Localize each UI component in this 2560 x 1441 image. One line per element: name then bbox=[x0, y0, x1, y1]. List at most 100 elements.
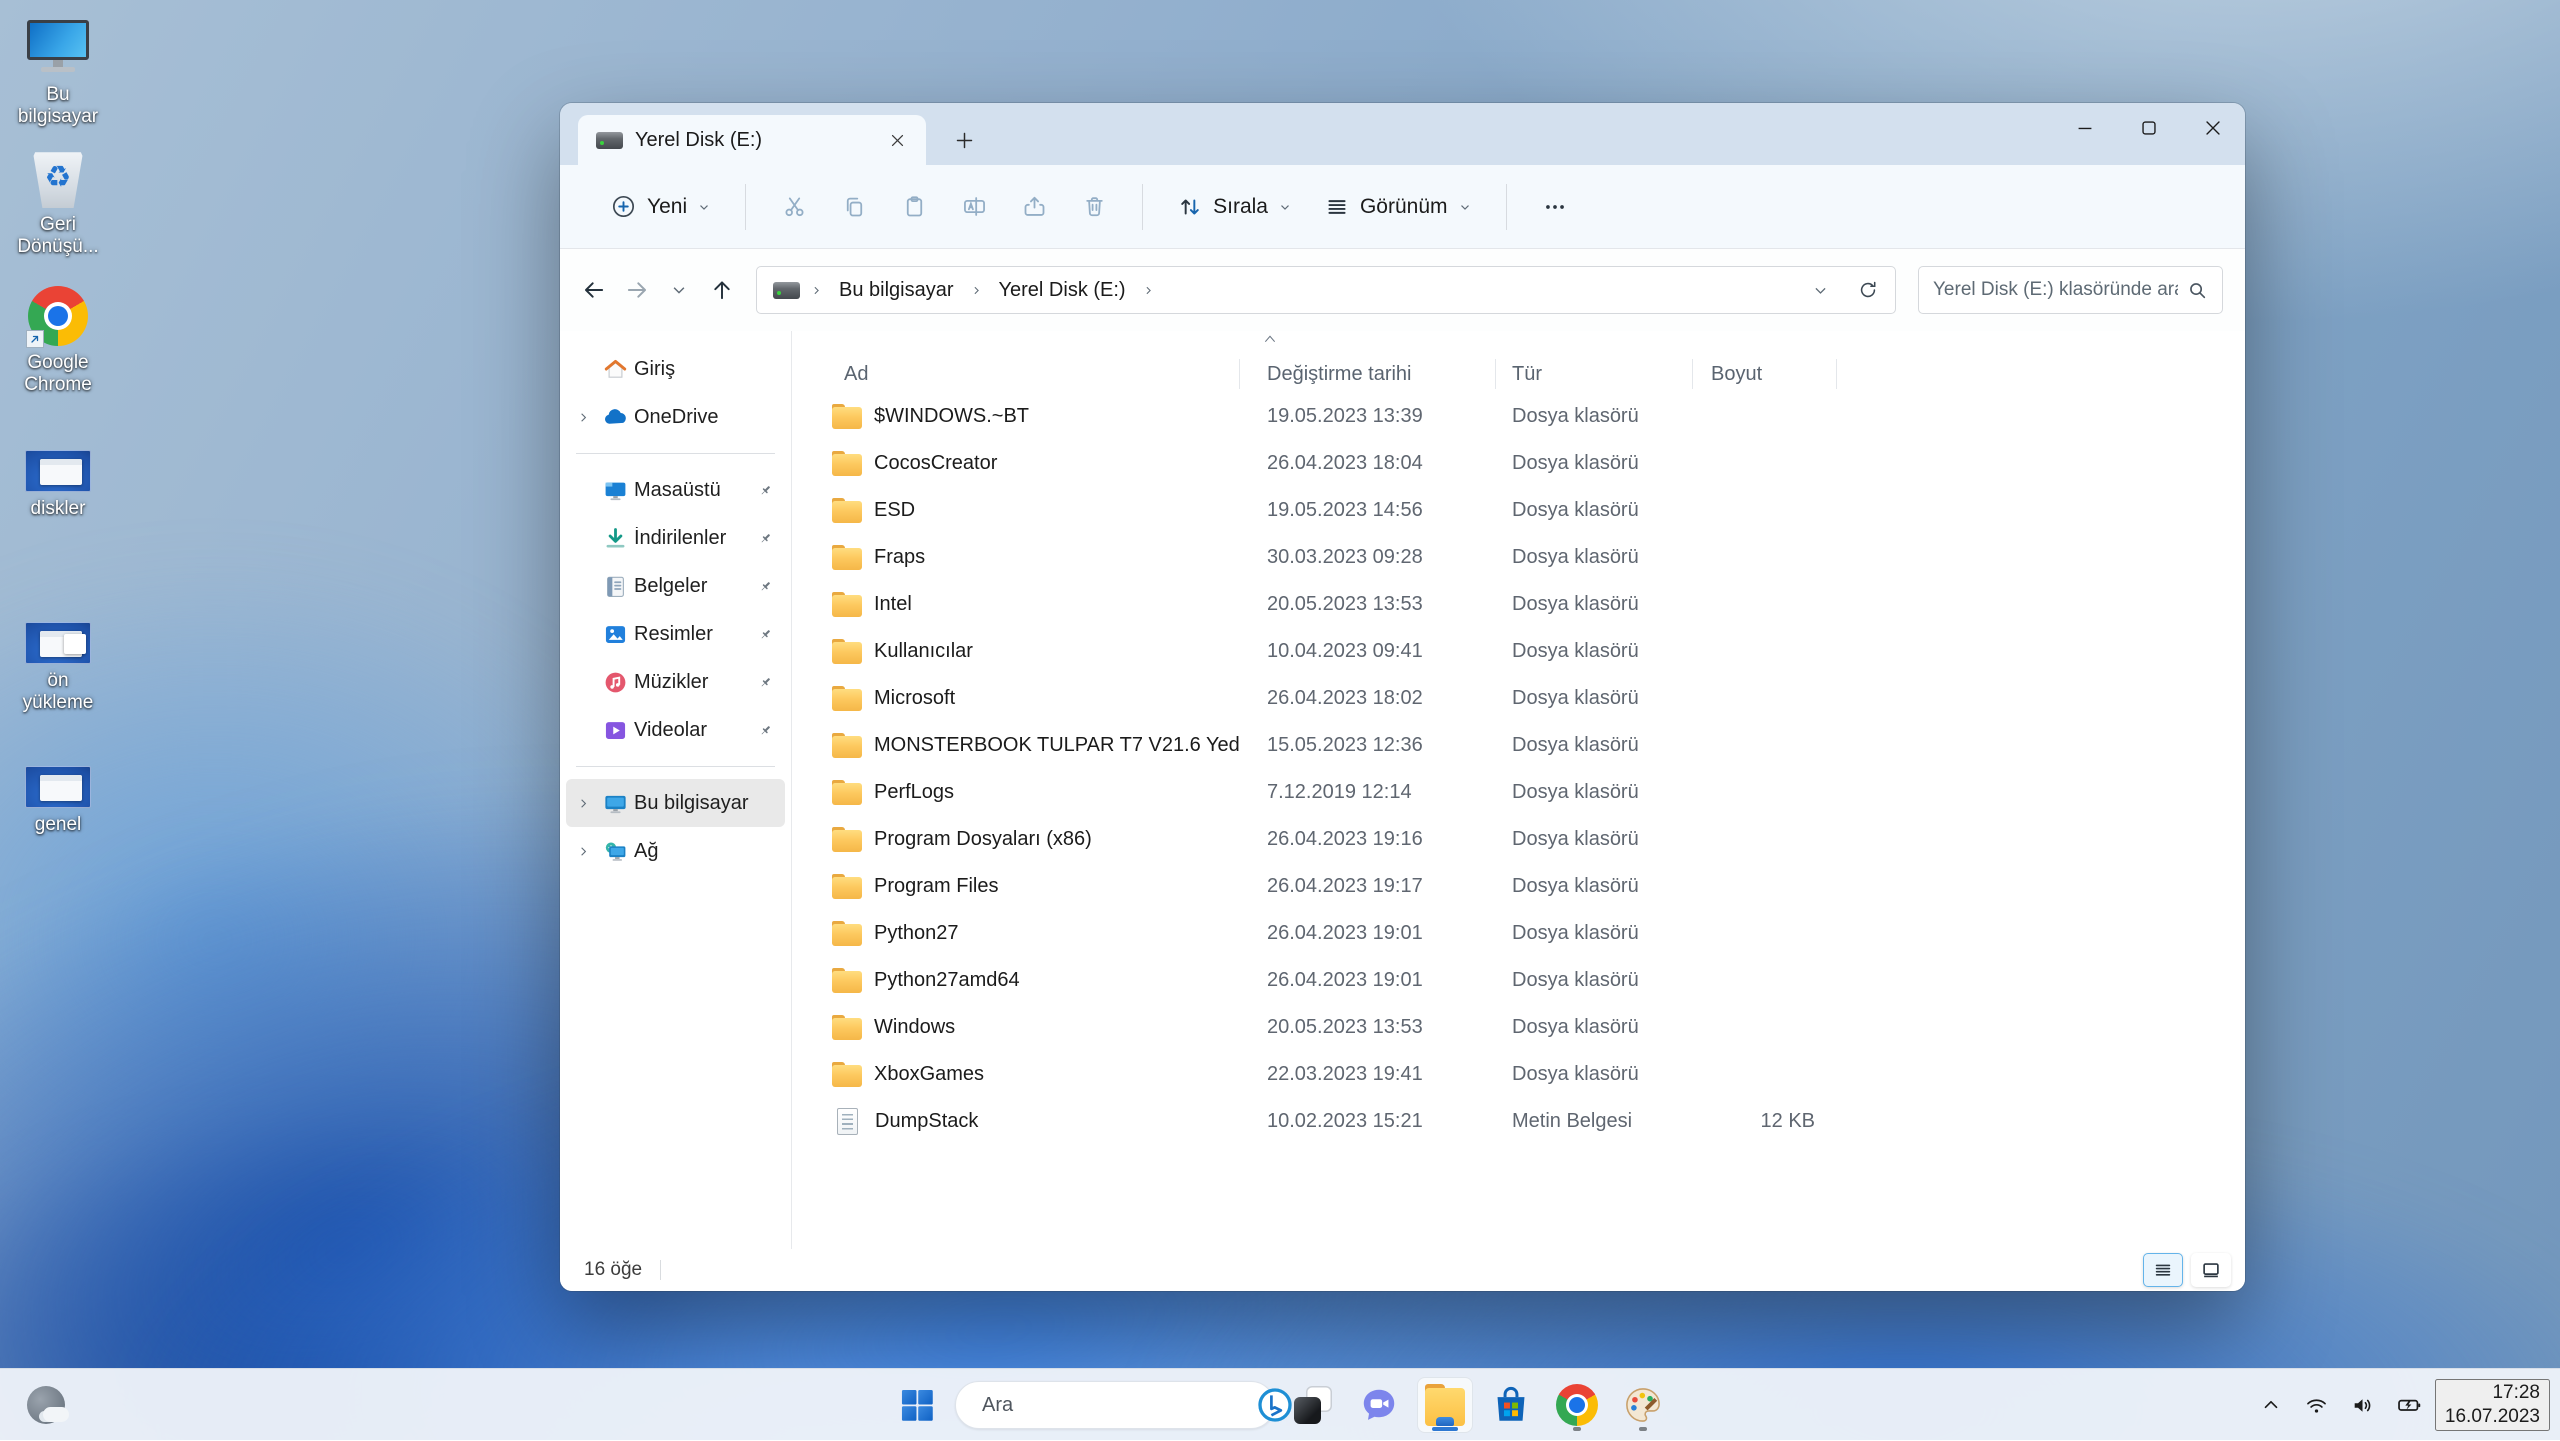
chevron-right-icon[interactable] bbox=[570, 410, 596, 425]
paste-button[interactable] bbox=[892, 185, 936, 229]
file-row[interactable]: Program Dosyaları (x86) 26.04.2023 19:16… bbox=[792, 816, 2245, 863]
file-explorer-icon bbox=[1424, 1384, 1466, 1426]
breadcrumb-chevron-icon bbox=[1142, 284, 1155, 297]
details-view-toggle[interactable] bbox=[2143, 1253, 2183, 1287]
close-window-button[interactable] bbox=[2181, 103, 2245, 153]
navigation-bar: Bu bilgisayar Yerel Disk (E:) bbox=[560, 249, 2245, 331]
sidebar-item-downloads[interactable]: İndirilenler bbox=[566, 514, 785, 562]
column-header-date-modified[interactable]: Değiştirme tarihi bbox=[1240, 359, 1496, 389]
sort-ascending-indicator[interactable] bbox=[1262, 333, 1278, 345]
breadcrumb-local-disk-e[interactable]: Yerel Disk (E:) bbox=[993, 275, 1132, 306]
sidebar-item-pictures[interactable]: Resimler bbox=[566, 610, 785, 658]
address-bar[interactable]: Bu bilgisayar Yerel Disk (E:) bbox=[756, 266, 1896, 314]
paint-button[interactable] bbox=[1615, 1377, 1671, 1433]
widgets-weather-button[interactable] bbox=[18, 1377, 74, 1433]
forward-button[interactable] bbox=[619, 268, 656, 312]
tray-overflow-button[interactable] bbox=[2251, 1383, 2291, 1427]
large-icons-view-toggle[interactable] bbox=[2191, 1253, 2231, 1287]
file-row[interactable]: PerfLogs 7.12.2019 12:14 Dosya klasörü bbox=[792, 769, 2245, 816]
chevron-right-icon[interactable] bbox=[570, 796, 596, 811]
rename-button[interactable] bbox=[952, 185, 996, 229]
task-view-button[interactable] bbox=[1285, 1377, 1341, 1433]
file-row[interactable]: Python27 26.04.2023 19:01 Dosya klasörü bbox=[792, 910, 2245, 957]
desktop-icon-label: Google bbox=[10, 352, 106, 374]
list-lines-icon bbox=[1324, 194, 1350, 220]
tab-close-button[interactable] bbox=[880, 123, 914, 157]
file-row[interactable]: DumpStack 10.02.2023 15:21 Metin Belgesi… bbox=[792, 1098, 2245, 1145]
file-row[interactable]: Python27amd64 26.04.2023 19:01 Dosya kla… bbox=[792, 957, 2245, 1004]
back-button[interactable] bbox=[576, 268, 613, 312]
sidebar-item-network[interactable]: Ağ bbox=[566, 827, 785, 875]
file-row[interactable]: Program Files 26.04.2023 19:17 Dosya kla… bbox=[792, 863, 2245, 910]
desktop-icon-this-pc[interactable]: Bu bilgisayar bbox=[10, 20, 106, 128]
recent-locations-button[interactable] bbox=[661, 268, 698, 312]
chrome-button[interactable] bbox=[1549, 1377, 1605, 1433]
wifi-button[interactable] bbox=[2297, 1383, 2337, 1427]
desktop-icon-google-chrome[interactable]: Google Chrome bbox=[10, 286, 106, 396]
file-row[interactable]: Kullanıcılar 10.04.2023 09:41 Dosya klas… bbox=[792, 628, 2245, 675]
volume-button[interactable] bbox=[2343, 1383, 2383, 1427]
file-date: 19.05.2023 14:56 bbox=[1240, 499, 1496, 522]
cut-button[interactable] bbox=[772, 185, 816, 229]
file-row[interactable]: MONSTERBOOK TULPAR T7 V21.6 Yedeklemesi … bbox=[792, 722, 2245, 769]
file-explorer-button[interactable] bbox=[1417, 1377, 1473, 1433]
file-explorer-window: Yerel Disk (E:) Yeni bbox=[560, 103, 2245, 1291]
file-row[interactable]: Intel 20.05.2023 13:53 Dosya klasörü bbox=[792, 581, 2245, 628]
up-button[interactable] bbox=[704, 268, 741, 312]
explorer-main: Giriş OneDrive Masaüstü bbox=[560, 331, 2245, 1249]
desktop-icon-diskler[interactable]: diskler bbox=[10, 450, 106, 520]
taskbar-search-input[interactable] bbox=[982, 1394, 1247, 1417]
file-row[interactable]: XboxGames 22.03.2023 19:41 Dosya klasörü bbox=[792, 1051, 2245, 1098]
column-header-size[interactable]: Boyut bbox=[1693, 359, 1837, 389]
share-button[interactable] bbox=[1012, 185, 1056, 229]
new-tab-button[interactable] bbox=[944, 120, 984, 160]
battery-button[interactable] bbox=[2389, 1383, 2429, 1427]
maximize-button[interactable] bbox=[2117, 103, 2181, 153]
file-row[interactable]: ESD 19.05.2023 14:56 Dosya klasörü bbox=[792, 487, 2245, 534]
sidebar-item-onedrive[interactable]: OneDrive bbox=[566, 393, 785, 441]
desktop-icon-genel[interactable]: genel bbox=[10, 766, 106, 836]
column-header-name[interactable]: Ad bbox=[792, 359, 1240, 389]
folder-icon bbox=[832, 404, 862, 429]
clock[interactable]: 17:28 16.07.2023 bbox=[2435, 1379, 2550, 1431]
column-header-type[interactable]: Tür bbox=[1496, 359, 1693, 389]
folder-icon bbox=[832, 592, 862, 617]
taskbar-search-box[interactable] bbox=[955, 1381, 1275, 1429]
microsoft-store-button[interactable] bbox=[1483, 1377, 1539, 1433]
desktop-icon-label: genel bbox=[10, 814, 106, 836]
explorer-tab[interactable]: Yerel Disk (E:) bbox=[578, 115, 926, 165]
breadcrumb-this-pc[interactable]: Bu bilgisayar bbox=[833, 275, 960, 306]
copy-button[interactable] bbox=[832, 185, 876, 229]
sort-button-label: Sırala bbox=[1213, 195, 1268, 219]
file-row[interactable]: Microsoft 26.04.2023 18:02 Dosya klasörü bbox=[792, 675, 2245, 722]
file-row[interactable]: $WINDOWS.~BT 19.05.2023 13:39 Dosya klas… bbox=[792, 393, 2245, 440]
start-button[interactable] bbox=[889, 1377, 945, 1433]
search-input[interactable] bbox=[1933, 279, 2178, 301]
sidebar-item-this-pc[interactable]: Bu bilgisayar bbox=[566, 779, 785, 827]
desktop-icon-recycle-bin[interactable]: ♻ Geri Dönüşü... bbox=[10, 146, 106, 258]
sidebar-item-music[interactable]: Müzikler bbox=[566, 658, 785, 706]
address-dropdown-button[interactable] bbox=[1801, 271, 1839, 309]
network-icon bbox=[600, 838, 630, 865]
new-button[interactable]: Yeni bbox=[596, 183, 725, 230]
refresh-button[interactable] bbox=[1849, 271, 1887, 309]
delete-button[interactable] bbox=[1072, 185, 1116, 229]
chevron-right-icon[interactable] bbox=[570, 844, 596, 859]
file-name: CocosCreator bbox=[874, 452, 997, 475]
ellipsis-icon bbox=[1542, 194, 1568, 220]
search-box[interactable] bbox=[1918, 266, 2223, 314]
sidebar-item-videos[interactable]: Videolar bbox=[566, 706, 785, 754]
drive-icon bbox=[773, 282, 800, 299]
minimize-button[interactable] bbox=[2053, 103, 2117, 153]
file-row[interactable]: Fraps 30.03.2023 09:28 Dosya klasörü bbox=[792, 534, 2245, 581]
view-button[interactable]: Görünüm bbox=[1310, 184, 1486, 230]
more-options-button[interactable] bbox=[1533, 185, 1577, 229]
sidebar-item-desktop[interactable]: Masaüstü bbox=[566, 466, 785, 514]
desktop-icon-on-yukleme[interactable]: ön yükleme bbox=[10, 622, 106, 714]
sidebar-item-documents[interactable]: Belgeler bbox=[566, 562, 785, 610]
sort-button[interactable]: Sırala bbox=[1163, 184, 1306, 230]
file-row[interactable]: Windows 20.05.2023 13:53 Dosya klasörü bbox=[792, 1004, 2245, 1051]
file-row[interactable]: CocosCreator 26.04.2023 18:04 Dosya klas… bbox=[792, 440, 2245, 487]
chat-button[interactable] bbox=[1351, 1377, 1407, 1433]
sidebar-item-home[interactable]: Giriş bbox=[566, 345, 785, 393]
